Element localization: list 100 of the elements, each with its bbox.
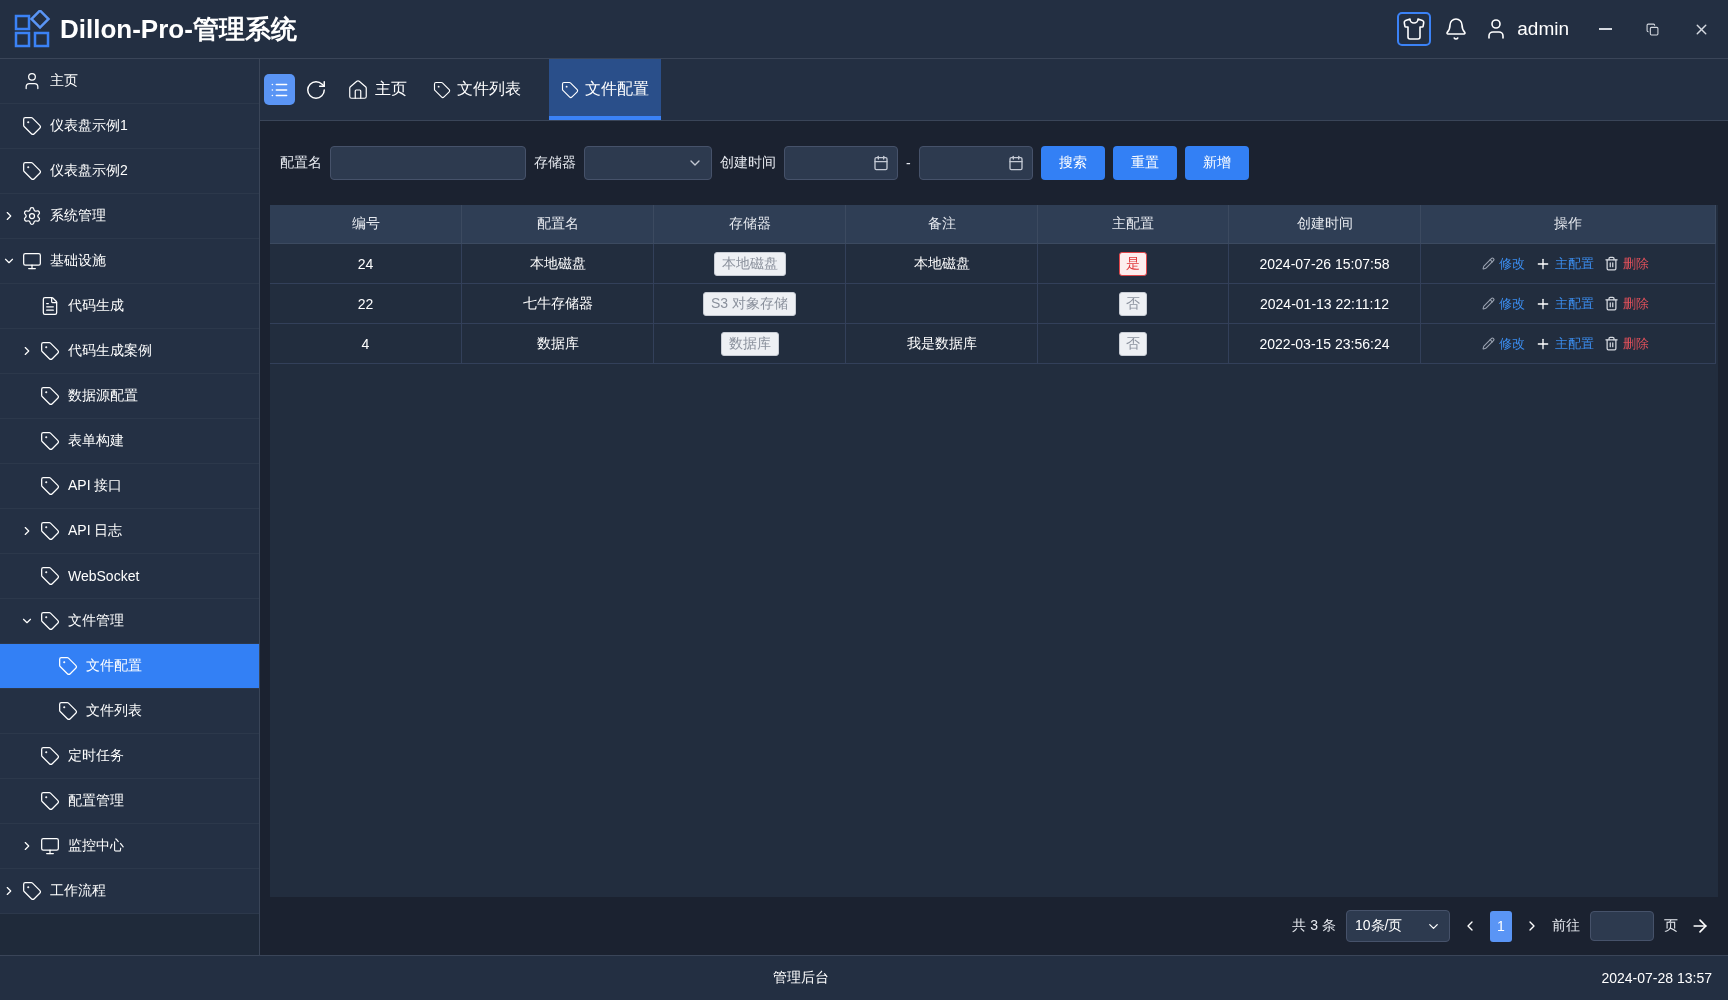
- sidebar-item[interactable]: 定时任务: [0, 734, 259, 779]
- page-suffix: 页: [1664, 917, 1678, 935]
- sidebar-item[interactable]: API 日志: [0, 509, 259, 554]
- sidebar-item[interactable]: 配置管理: [0, 779, 259, 824]
- primary-tag: 否: [1119, 331, 1147, 356]
- sidebar-item[interactable]: 主页: [0, 59, 259, 104]
- calendar-icon: [873, 155, 889, 171]
- tab[interactable]: 主页: [335, 59, 419, 120]
- sidebar-item[interactable]: 文件配置: [0, 644, 259, 689]
- action-button[interactable]: 新增: [1184, 146, 1249, 180]
- tag-icon: [58, 701, 78, 721]
- action-link[interactable]: 删除: [1622, 334, 1649, 353]
- action-link[interactable]: 修改: [1498, 254, 1525, 273]
- action-link[interactable]: 主配置: [1554, 334, 1594, 353]
- storage-tag: 数据库: [720, 331, 779, 356]
- action-link[interactable]: 删除: [1622, 254, 1649, 273]
- trash-icon: [1603, 296, 1619, 311]
- table-cell: 我是数据库: [846, 324, 1038, 364]
- page-size-select[interactable]: 10条/页: [1346, 910, 1450, 942]
- table-cell: 本地磁盘: [846, 244, 1038, 284]
- sidebar-item[interactable]: 工作流程: [0, 869, 259, 914]
- page-input-field[interactable]: [1590, 911, 1654, 941]
- column-header: 创建时间: [1229, 205, 1421, 244]
- minimize-icon: [1599, 28, 1612, 30]
- column-header: 编号: [270, 205, 462, 244]
- table-cell: 七牛存储器: [462, 284, 654, 324]
- field-label: 配置名: [280, 154, 322, 172]
- trash-icon: [1603, 336, 1619, 351]
- sidebar-item[interactable]: 数据源配置: [0, 374, 259, 419]
- field-label: 存储器: [534, 154, 576, 172]
- column-header: 操作: [1421, 205, 1716, 244]
- table-cell: 24: [270, 244, 462, 284]
- field-label: 创建时间: [720, 154, 776, 172]
- sidebar-item[interactable]: 系统管理: [0, 194, 259, 239]
- action-link[interactable]: 主配置: [1554, 254, 1594, 273]
- tag-icon: [40, 476, 60, 496]
- tag-icon: [433, 80, 451, 99]
- action-link[interactable]: 修改: [1498, 294, 1525, 313]
- home-icon: [347, 78, 369, 101]
- storage-tag: S3 对象存储: [703, 291, 796, 316]
- app-title: Dillon-Pro-管理系统: [60, 12, 297, 46]
- tab[interactable]: 文件列表: [421, 59, 533, 120]
- column-header: 存储器: [654, 205, 846, 244]
- document-icon: [40, 296, 60, 316]
- sidebar-item[interactable]: API 接口: [0, 464, 259, 509]
- pencil-icon: [1481, 337, 1495, 350]
- footer-label: 管理后台: [772, 969, 829, 987]
- sidebar-item[interactable]: 代码生成: [0, 284, 259, 329]
- table-cell: 22: [270, 284, 462, 324]
- action-link[interactable]: 修改: [1498, 334, 1525, 353]
- primary-tag: 是: [1119, 251, 1147, 276]
- menu-button[interactable]: [264, 74, 295, 105]
- tag-icon: [22, 116, 42, 136]
- tag-icon: [22, 881, 42, 901]
- sidebar-item[interactable]: WebSocket: [0, 554, 259, 599]
- table-cell: 2022-03-15 23:56:24: [1229, 324, 1421, 364]
- column-header: 配置名: [462, 205, 654, 244]
- tag-icon: [40, 611, 60, 631]
- refresh-icon: [305, 78, 327, 101]
- tag-icon: [22, 161, 42, 181]
- sidebar-item[interactable]: 文件列表: [0, 689, 259, 734]
- sidebar-item[interactable]: 表单构建: [0, 419, 259, 464]
- table-cell: 数据库: [462, 324, 654, 364]
- trash-icon: [1603, 256, 1619, 271]
- start-date-field[interactable]: [784, 146, 898, 180]
- sidebar-item[interactable]: 监控中心: [0, 824, 259, 869]
- action-link[interactable]: 主配置: [1554, 294, 1594, 313]
- table-cell: 本地磁盘: [462, 244, 654, 284]
- monitor-icon: [22, 251, 42, 271]
- sidebar-item[interactable]: 文件管理: [0, 599, 259, 644]
- tag-icon: [40, 791, 60, 811]
- theme-button[interactable]: [1397, 12, 1432, 46]
- tab[interactable]: 文件配置: [549, 59, 661, 120]
- range-separator: -: [906, 155, 911, 171]
- column-header: 主配置: [1038, 205, 1229, 244]
- settings-icon: [22, 206, 42, 226]
- footer-time: 2024-07-28 13:57: [1601, 970, 1712, 986]
- sidebar-item[interactable]: 仪表盘示例2: [0, 149, 259, 194]
- table-cell: 2024-01-13 22:11:12: [1229, 284, 1421, 324]
- tag-icon: [58, 656, 78, 676]
- restore-icon: [1646, 22, 1659, 36]
- end-date-field[interactable]: [918, 146, 1033, 180]
- name-input-field[interactable]: [330, 146, 526, 180]
- tag-icon: [40, 521, 60, 541]
- logo-icon: [14, 10, 52, 48]
- sidebar-item[interactable]: 基础设施: [0, 239, 259, 284]
- action-button[interactable]: 重置: [1112, 146, 1177, 180]
- storage-tag: 本地磁盘: [713, 251, 786, 276]
- action-button[interactable]: 搜索: [1040, 146, 1105, 180]
- pencil-icon: [1481, 297, 1495, 310]
- tag-icon: [40, 386, 60, 406]
- sidebar-item[interactable]: 代码生成案例: [0, 329, 259, 374]
- tag-icon: [40, 341, 60, 361]
- pencil-icon: [1481, 257, 1495, 270]
- user-name[interactable]: admin: [1517, 18, 1569, 40]
- table-cell: 4: [270, 324, 462, 364]
- action-link[interactable]: 删除: [1622, 294, 1649, 313]
- column-header: 备注: [846, 205, 1038, 244]
- sidebar-item[interactable]: 仪表盘示例1: [0, 104, 259, 149]
- shirt-icon: [1402, 17, 1427, 41]
